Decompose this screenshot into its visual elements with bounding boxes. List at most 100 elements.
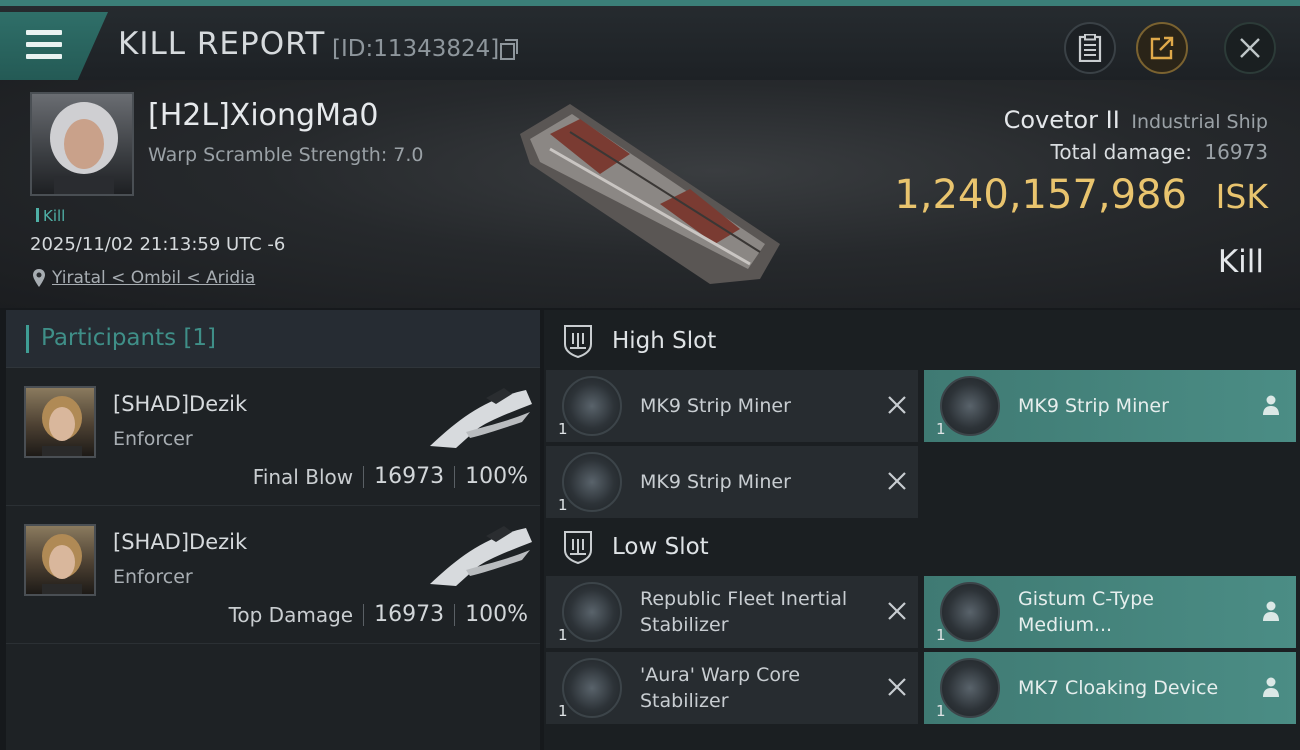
divider (363, 465, 365, 488)
participant-name[interactable]: [SHAD]Dezik (113, 392, 247, 416)
kill-timestamp: 2025/11/02 21:13:59 UTC -6 (30, 234, 286, 255)
participant-name[interactable]: [SHAD]Dezik (113, 530, 247, 554)
participants-header[interactable]: Participants [1] (6, 310, 540, 368)
participant-ship-icon (430, 388, 532, 448)
close-button[interactable] (1224, 22, 1276, 74)
close-icon (1240, 38, 1260, 58)
victim-ship-image[interactable] (510, 94, 790, 294)
module-name: 'Aura' Warp Core Stabilizer (640, 664, 801, 712)
menu-button[interactable] (0, 12, 108, 80)
module-name: MK9 Strip Miner (1018, 395, 1169, 417)
clipboard-icon (1078, 34, 1102, 62)
participant-ship: Enforcer (113, 566, 193, 588)
cloaking-device-icon (940, 658, 1000, 718)
victim-avatar-image (50, 102, 118, 194)
strip-miner-icon (940, 376, 1000, 436)
copy-icon[interactable] (500, 39, 518, 60)
low-slot-title: Low Slot (612, 534, 709, 560)
module-quantity: 1 (558, 702, 568, 720)
isk-unit: ISK (1215, 177, 1268, 216)
module-name: MK7 Cloaking Device (1018, 677, 1219, 699)
ship-name: Covetor II (1003, 106, 1120, 134)
menu-icon (26, 30, 62, 60)
report-id: [ID:11343824] (332, 36, 500, 62)
victim-ship[interactable]: Covetor II Industrial Ship (1004, 106, 1268, 134)
module-quantity: 1 (936, 420, 946, 438)
participants-panel: Participants [1] [SHAD]Dezik Enforcer Fi… (6, 310, 540, 750)
inertial-stabilizer-icon (562, 582, 622, 642)
pilot-portrait-image (42, 534, 82, 594)
header-bar: KILL REPORT [ID:11343824] (0, 0, 1300, 80)
participant-avatar[interactable] (24, 386, 96, 458)
participants-title: Participants [1] (41, 325, 216, 351)
participant-avatar[interactable] (24, 524, 96, 596)
module-name: MK9 Strip Miner (640, 395, 791, 417)
strip-miner-icon (562, 376, 622, 436)
module-name: MK9 Strip Miner (640, 471, 791, 493)
module-icon (940, 582, 1000, 642)
participant-ship-icon (430, 526, 532, 586)
person-icon (1263, 601, 1279, 621)
participant-damage: 16973 (374, 464, 445, 489)
module-item[interactable]: 1 MK9 Strip Miner (924, 370, 1296, 442)
participant-percent: 100% (465, 602, 528, 627)
kill-location[interactable]: Yiratal < Ombil < Aridia (30, 268, 255, 288)
victim-name[interactable]: [H2L]XiongMa0 (148, 98, 378, 133)
destroyed-x-icon (888, 396, 906, 414)
participant-stats: Final Blow 16973 100% (253, 464, 528, 489)
module-item[interactable]: 1 'Aura' Warp Core Stabilizer (546, 652, 918, 724)
person-icon (1263, 677, 1279, 697)
low-slot-icon (564, 531, 592, 564)
fittings-panel: High Slot 1 MK9 Strip Miner 1 MK9 Strip … (544, 310, 1300, 750)
destroyed-x-icon (888, 472, 906, 490)
share-icon (1150, 36, 1174, 60)
module-item[interactable]: 1 MK9 Strip Miner (546, 370, 918, 442)
victim-banner: [H2L]XiongMa0 Warp Scramble Strength: 7.… (0, 80, 1300, 308)
victim-portrait[interactable] (30, 92, 134, 196)
participant-row[interactable]: [SHAD]Dezik Enforcer Final Blow 16973 10… (6, 368, 540, 506)
low-slot-section: Low Slot (544, 518, 1300, 578)
result-label: Kill (1217, 244, 1264, 280)
module-quantity: 1 (936, 626, 946, 644)
module-quantity: 1 (936, 702, 946, 720)
module-name: Republic Fleet Inertial Stabilizer (640, 588, 848, 636)
destroyed-x-icon (888, 678, 906, 696)
pilot-portrait-image (42, 396, 82, 456)
warp-core-stabilizer-icon (562, 658, 622, 718)
total-damage-label: Total damage: (1050, 140, 1193, 164)
participant-row[interactable]: [SHAD]Dezik Enforcer Top Damage 16973 10… (6, 506, 540, 644)
module-quantity: 1 (558, 626, 568, 644)
location-pin-icon (33, 269, 45, 287)
total-damage-value: 16973 (1204, 140, 1268, 164)
isk-value: 1,240,157,986 ISK (894, 172, 1268, 218)
clipboard-button[interactable] (1064, 22, 1116, 74)
participant-stats: Top Damage 16973 100% (229, 602, 528, 627)
page-title: KILL REPORT (118, 26, 326, 62)
high-slot-title: High Slot (612, 328, 717, 354)
kill-tag: Kill (36, 207, 65, 225)
module-name: Gistum C-Type Medium... (1018, 588, 1154, 636)
isk-amount: 1,240,157,986 (894, 172, 1187, 218)
high-slot-icon (564, 325, 592, 358)
divider (363, 603, 365, 626)
divider (454, 603, 456, 626)
ship-class: Industrial Ship (1131, 111, 1268, 133)
participant-role: Final Blow (252, 464, 354, 489)
warp-scramble-strength: Warp Scramble Strength: 7.0 (148, 144, 424, 166)
module-quantity: 1 (558, 496, 568, 514)
person-icon (1263, 395, 1279, 415)
section-accent-bar (26, 325, 29, 353)
module-item[interactable]: 1 Gistum C-Type Medium... (924, 576, 1296, 648)
location-link[interactable]: Yiratal < Ombil < Aridia (52, 268, 255, 288)
participant-percent: 100% (465, 464, 528, 489)
total-damage: Total damage: 16973 (1051, 140, 1268, 164)
destroyed-x-icon (888, 602, 906, 620)
module-item[interactable]: 1 Republic Fleet Inertial Stabilizer (546, 576, 918, 648)
share-button[interactable] (1136, 22, 1188, 74)
strip-miner-icon (562, 452, 622, 512)
participant-ship: Enforcer (113, 428, 193, 450)
module-item[interactable]: 1 MK9 Strip Miner (546, 446, 918, 518)
participant-role: Top Damage (228, 602, 354, 627)
participant-damage: 16973 (374, 602, 445, 627)
module-item[interactable]: 1 MK7 Cloaking Device (924, 652, 1296, 724)
